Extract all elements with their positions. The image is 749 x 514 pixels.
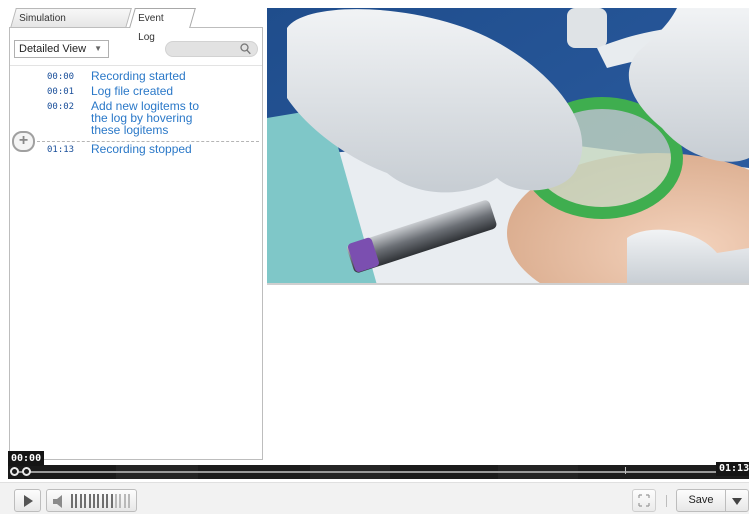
log-item-text: Add new logitems to the log by hovering … xyxy=(91,99,200,137)
play-icon xyxy=(24,495,33,507)
log-item[interactable]: 00:02 Add new logitems to the log by hov… xyxy=(10,100,262,140)
volume-bar xyxy=(106,494,109,508)
volume-bar xyxy=(97,494,100,508)
video-player[interactable] xyxy=(267,8,749,285)
fullscreen-icon xyxy=(638,494,650,507)
log-item[interactable]: 00:00 Recording started xyxy=(10,70,262,85)
log-item-time: 01:13 xyxy=(47,145,75,155)
view-select[interactable]: Detailed View ▼ xyxy=(14,40,109,58)
tab-event-log-label: Event Log xyxy=(138,13,164,43)
log-item-time: 00:00 xyxy=(47,72,75,82)
log-item[interactable]: 01:13 Recording stopped xyxy=(10,143,262,158)
playback-controls: Save xyxy=(0,482,749,514)
video-frame xyxy=(267,8,749,283)
save-button[interactable]: Save xyxy=(676,489,726,512)
timeline-scrubber[interactable] xyxy=(8,465,749,479)
range-start-handle[interactable] xyxy=(22,467,31,476)
volume-bar xyxy=(79,494,82,508)
fullscreen-button[interactable] xyxy=(632,489,656,512)
insert-divider xyxy=(37,141,259,142)
panel-tabs: Simulation Information Event Log xyxy=(7,8,267,43)
total-time: 01:13 xyxy=(716,462,749,476)
tab-simulation-information[interactable]: Simulation Information xyxy=(10,8,132,43)
volume-bar xyxy=(93,494,95,508)
separator xyxy=(666,495,667,507)
search-icon[interactable] xyxy=(240,43,251,55)
volume-bar xyxy=(110,494,113,508)
log-item-text: Recording stopped xyxy=(91,142,192,156)
volume-bar xyxy=(119,494,122,508)
log-item-text: Recording started xyxy=(91,69,186,83)
log-item-time: 00:02 xyxy=(47,102,75,112)
volume-bar xyxy=(128,494,131,508)
volume-bar xyxy=(123,494,126,508)
play-button[interactable] xyxy=(14,489,41,512)
volume-bar xyxy=(71,494,73,508)
caret-down-icon xyxy=(732,498,742,505)
add-logitem-button[interactable]: + xyxy=(12,131,35,152)
log-item[interactable]: 00:01 Log file created xyxy=(10,85,262,100)
log-item-time: 00:01 xyxy=(47,87,75,97)
volume-bar xyxy=(75,494,78,508)
volume-bar xyxy=(115,494,117,508)
timeline-track xyxy=(16,471,719,473)
view-select-value: Detailed View xyxy=(19,43,87,55)
chevron-down-icon: ▼ xyxy=(94,44,102,53)
volume-bar xyxy=(88,494,91,508)
save-dropdown-button[interactable] xyxy=(726,489,749,512)
volume-bar xyxy=(84,494,87,508)
panel-toolbar: Detailed View ▼ xyxy=(10,28,262,66)
playhead-handle[interactable] xyxy=(10,467,19,476)
tab-event-log[interactable]: Event Log xyxy=(129,8,196,43)
event-log-panel: Detailed View ▼ 00:00 Recording started … xyxy=(9,27,263,460)
volume-bar xyxy=(101,494,104,508)
timeline-marker xyxy=(625,467,626,474)
volume-control[interactable] xyxy=(46,489,137,512)
speaker-icon[interactable] xyxy=(53,495,67,508)
current-time: 00:00 xyxy=(8,451,45,466)
search-input[interactable] xyxy=(174,43,240,55)
log-item-text: Log file created xyxy=(91,84,174,98)
